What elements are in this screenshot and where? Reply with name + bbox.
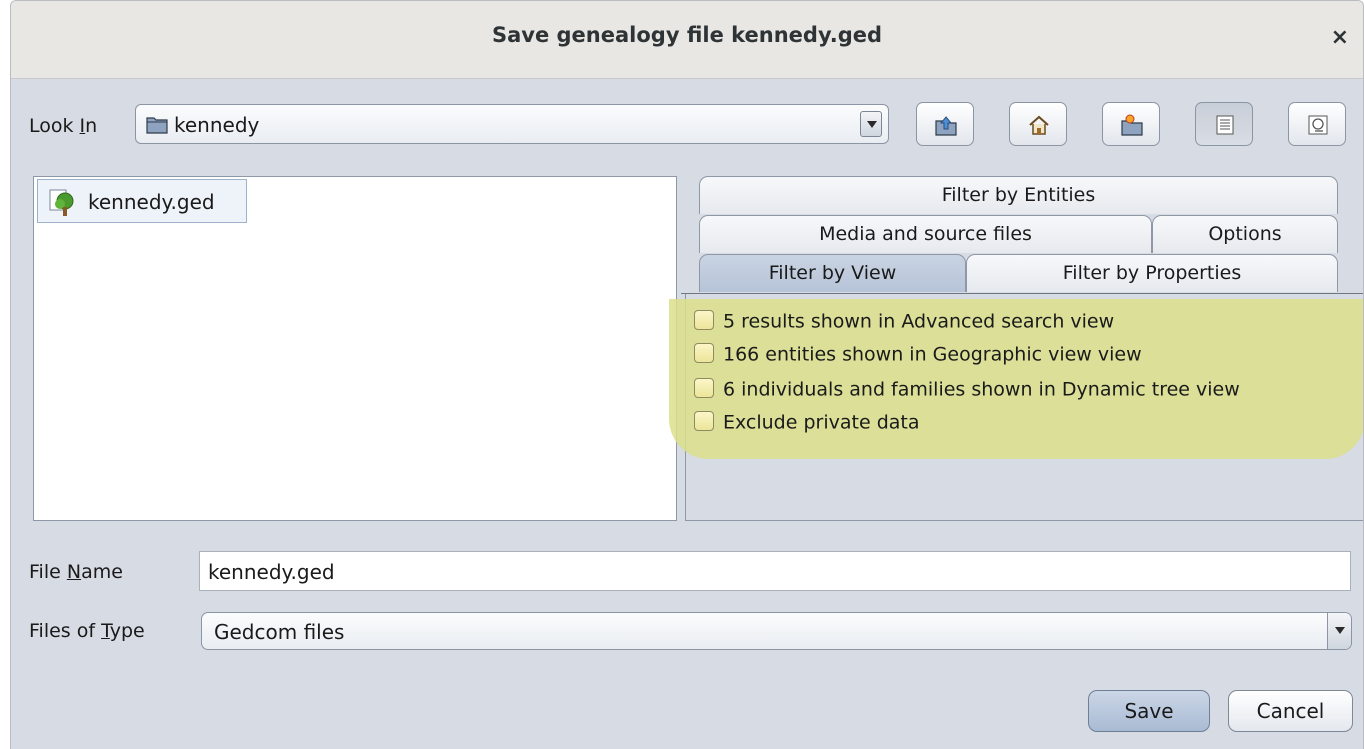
home-button[interactable]: [1009, 102, 1067, 146]
look-in-value: kennedy: [174, 113, 260, 137]
file-name-value: kennedy.ged: [208, 560, 335, 584]
save-dialog: Save genealogy file kennedy.ged × Look I…: [10, 0, 1364, 749]
filter-option-geographic-view[interactable]: 166 entities shown in Geographic view vi…: [694, 343, 1142, 373]
file-type-label-pre: Files of: [29, 620, 102, 642]
tab-filter-by-view[interactable]: Filter by View: [699, 254, 966, 292]
file-name-label-mnemonic: N: [66, 561, 82, 583]
file-type-label: Files of Type: [29, 620, 145, 642]
filter-option-label: 6 individuals and families shown in Dyna…: [723, 378, 1240, 401]
title-bar: Save genealogy file kennedy.ged ×: [11, 1, 1363, 79]
chevron-down-icon[interactable]: [860, 111, 882, 137]
file-name-label-post: ame: [81, 561, 123, 583]
file-type-label-mnemonic: T: [101, 620, 110, 642]
checkbox[interactable]: [694, 343, 714, 363]
home-icon: [1029, 115, 1049, 135]
file-type-label-post: ype: [109, 620, 145, 642]
up-folder-button[interactable]: [916, 102, 974, 146]
details-view-icon: [1308, 115, 1328, 135]
filter-option-label: Exclude private data: [723, 411, 920, 434]
cancel-button[interactable]: Cancel: [1228, 690, 1353, 732]
list-view-button[interactable]: [1195, 102, 1253, 146]
up-folder-icon: [935, 116, 957, 136]
details-view-button[interactable]: [1288, 102, 1346, 146]
look-in-combo[interactable]: kennedy: [135, 104, 889, 144]
close-icon[interactable]: ×: [1331, 25, 1349, 50]
tab-divider: [681, 293, 1363, 294]
list-view-icon: [1216, 115, 1234, 135]
file-type-combo[interactable]: Gedcom files: [201, 612, 1352, 650]
file-name-label-pre: File: [29, 561, 67, 583]
tab-filter-by-properties[interactable]: Filter by Properties: [966, 254, 1338, 292]
chevron-down-icon[interactable]: [1327, 613, 1351, 649]
tab-filter-by-entities[interactable]: Filter by Entities: [699, 176, 1338, 214]
filter-option-dynamic-tree[interactable]: 6 individuals and families shown in Dyna…: [694, 378, 1240, 408]
file-name-text: kennedy.ged: [88, 190, 215, 214]
file-list[interactable]: kennedy.ged: [33, 176, 677, 521]
new-folder-button[interactable]: [1102, 102, 1160, 146]
checkbox[interactable]: [694, 411, 714, 431]
family-tree-file-icon: [49, 189, 74, 216]
file-name-label: File Name: [29, 561, 123, 583]
filter-option-label: 5 results shown in Advanced search view: [723, 310, 1115, 333]
tab-media-and-source-files[interactable]: Media and source files: [699, 215, 1152, 253]
checkbox[interactable]: [694, 310, 714, 330]
checkbox[interactable]: [694, 378, 714, 398]
tab-options[interactable]: Options: [1152, 215, 1338, 253]
folder-icon: [146, 117, 168, 134]
new-folder-icon: [1121, 114, 1143, 136]
file-list-item[interactable]: kennedy.ged: [37, 179, 247, 223]
filter-option-advanced-search[interactable]: 5 results shown in Advanced search view: [694, 310, 1114, 340]
look-in-label: Look In: [29, 115, 97, 137]
look-in-label-post: n: [85, 115, 98, 137]
save-button[interactable]: Save: [1088, 690, 1210, 732]
file-type-value: Gedcom files: [214, 620, 345, 644]
file-name-field[interactable]: kennedy.ged: [199, 551, 1351, 591]
dialog-title: Save genealogy file kennedy.ged: [491, 23, 883, 47]
filter-option-exclude-private[interactable]: Exclude private data: [694, 411, 920, 441]
filter-option-label: 166 entities shown in Geographic view vi…: [723, 343, 1142, 366]
look-in-label-pre: Look: [29, 115, 80, 137]
